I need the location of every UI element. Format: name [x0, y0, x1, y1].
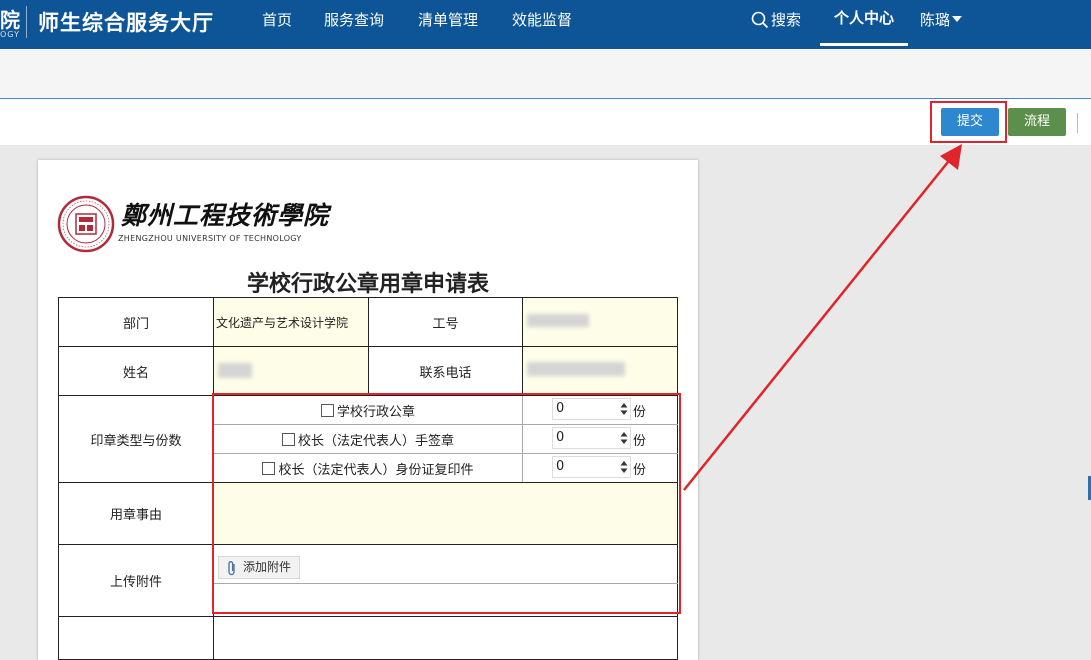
name-label: 姓名: [122, 365, 149, 381]
nav-personal-center[interactable]: 个人中心: [820, 0, 908, 46]
nav-service-query[interactable]: 服务查询: [324, 9, 384, 30]
caret-down-icon: [952, 16, 963, 22]
nav-efficiency-supervision[interactable]: 效能监督: [512, 9, 572, 30]
form-title: 学校行政公章用章申请表: [246, 272, 489, 297]
phone-label: 联系电话: [419, 365, 472, 381]
redacted-job-no: [527, 314, 589, 327]
upload-label: 上传附件: [109, 575, 162, 590]
logo-subtext: OGY: [0, 30, 20, 39]
nav-list-management[interactable]: 清单管理: [418, 9, 478, 30]
search-link[interactable]: 搜索: [751, 9, 801, 30]
redacted-phone: [527, 362, 625, 376]
dept-field[interactable]: 文化遗产与艺术设计学院: [214, 298, 368, 346]
top-navbar: 院 OGY 师生综合服务大厅 首页 服务查询 清单管理 效能监督 搜索 个人中心…: [0, 0, 1091, 49]
reason-label: 用章事由: [109, 508, 162, 523]
app-title: 师生综合服务大厅: [38, 11, 214, 35]
school-name: 鄭州工程技術學院: [121, 201, 330, 230]
redacted-name: [218, 363, 252, 378]
highlight-form-area-box: [212, 393, 681, 614]
school-english-name: ZHENGZHOU UNIVERSITY OF TECHNOLOGY: [118, 234, 302, 243]
action-toolbar: [0, 99, 1091, 145]
job-no-label: 工号: [432, 316, 459, 332]
dept-label: 部门: [122, 316, 149, 332]
logo-divider: [26, 6, 27, 38]
toolbar-separator: [1077, 113, 1078, 133]
user-name: 陈璐: [920, 11, 951, 29]
logo-mark: 院: [0, 8, 20, 32]
university-seal-logo: [57, 195, 115, 253]
seal-type-label: 印章类型与份数: [90, 433, 182, 449]
search-icon: [751, 11, 769, 29]
sub-header-band: [0, 49, 1091, 99]
nav-home[interactable]: 首页: [262, 9, 292, 30]
highlight-submit-box: [930, 101, 1007, 143]
search-label: 搜索: [771, 11, 802, 29]
user-menu[interactable]: 陈璐: [920, 9, 963, 30]
flow-button[interactable]: 流程: [1008, 108, 1066, 136]
